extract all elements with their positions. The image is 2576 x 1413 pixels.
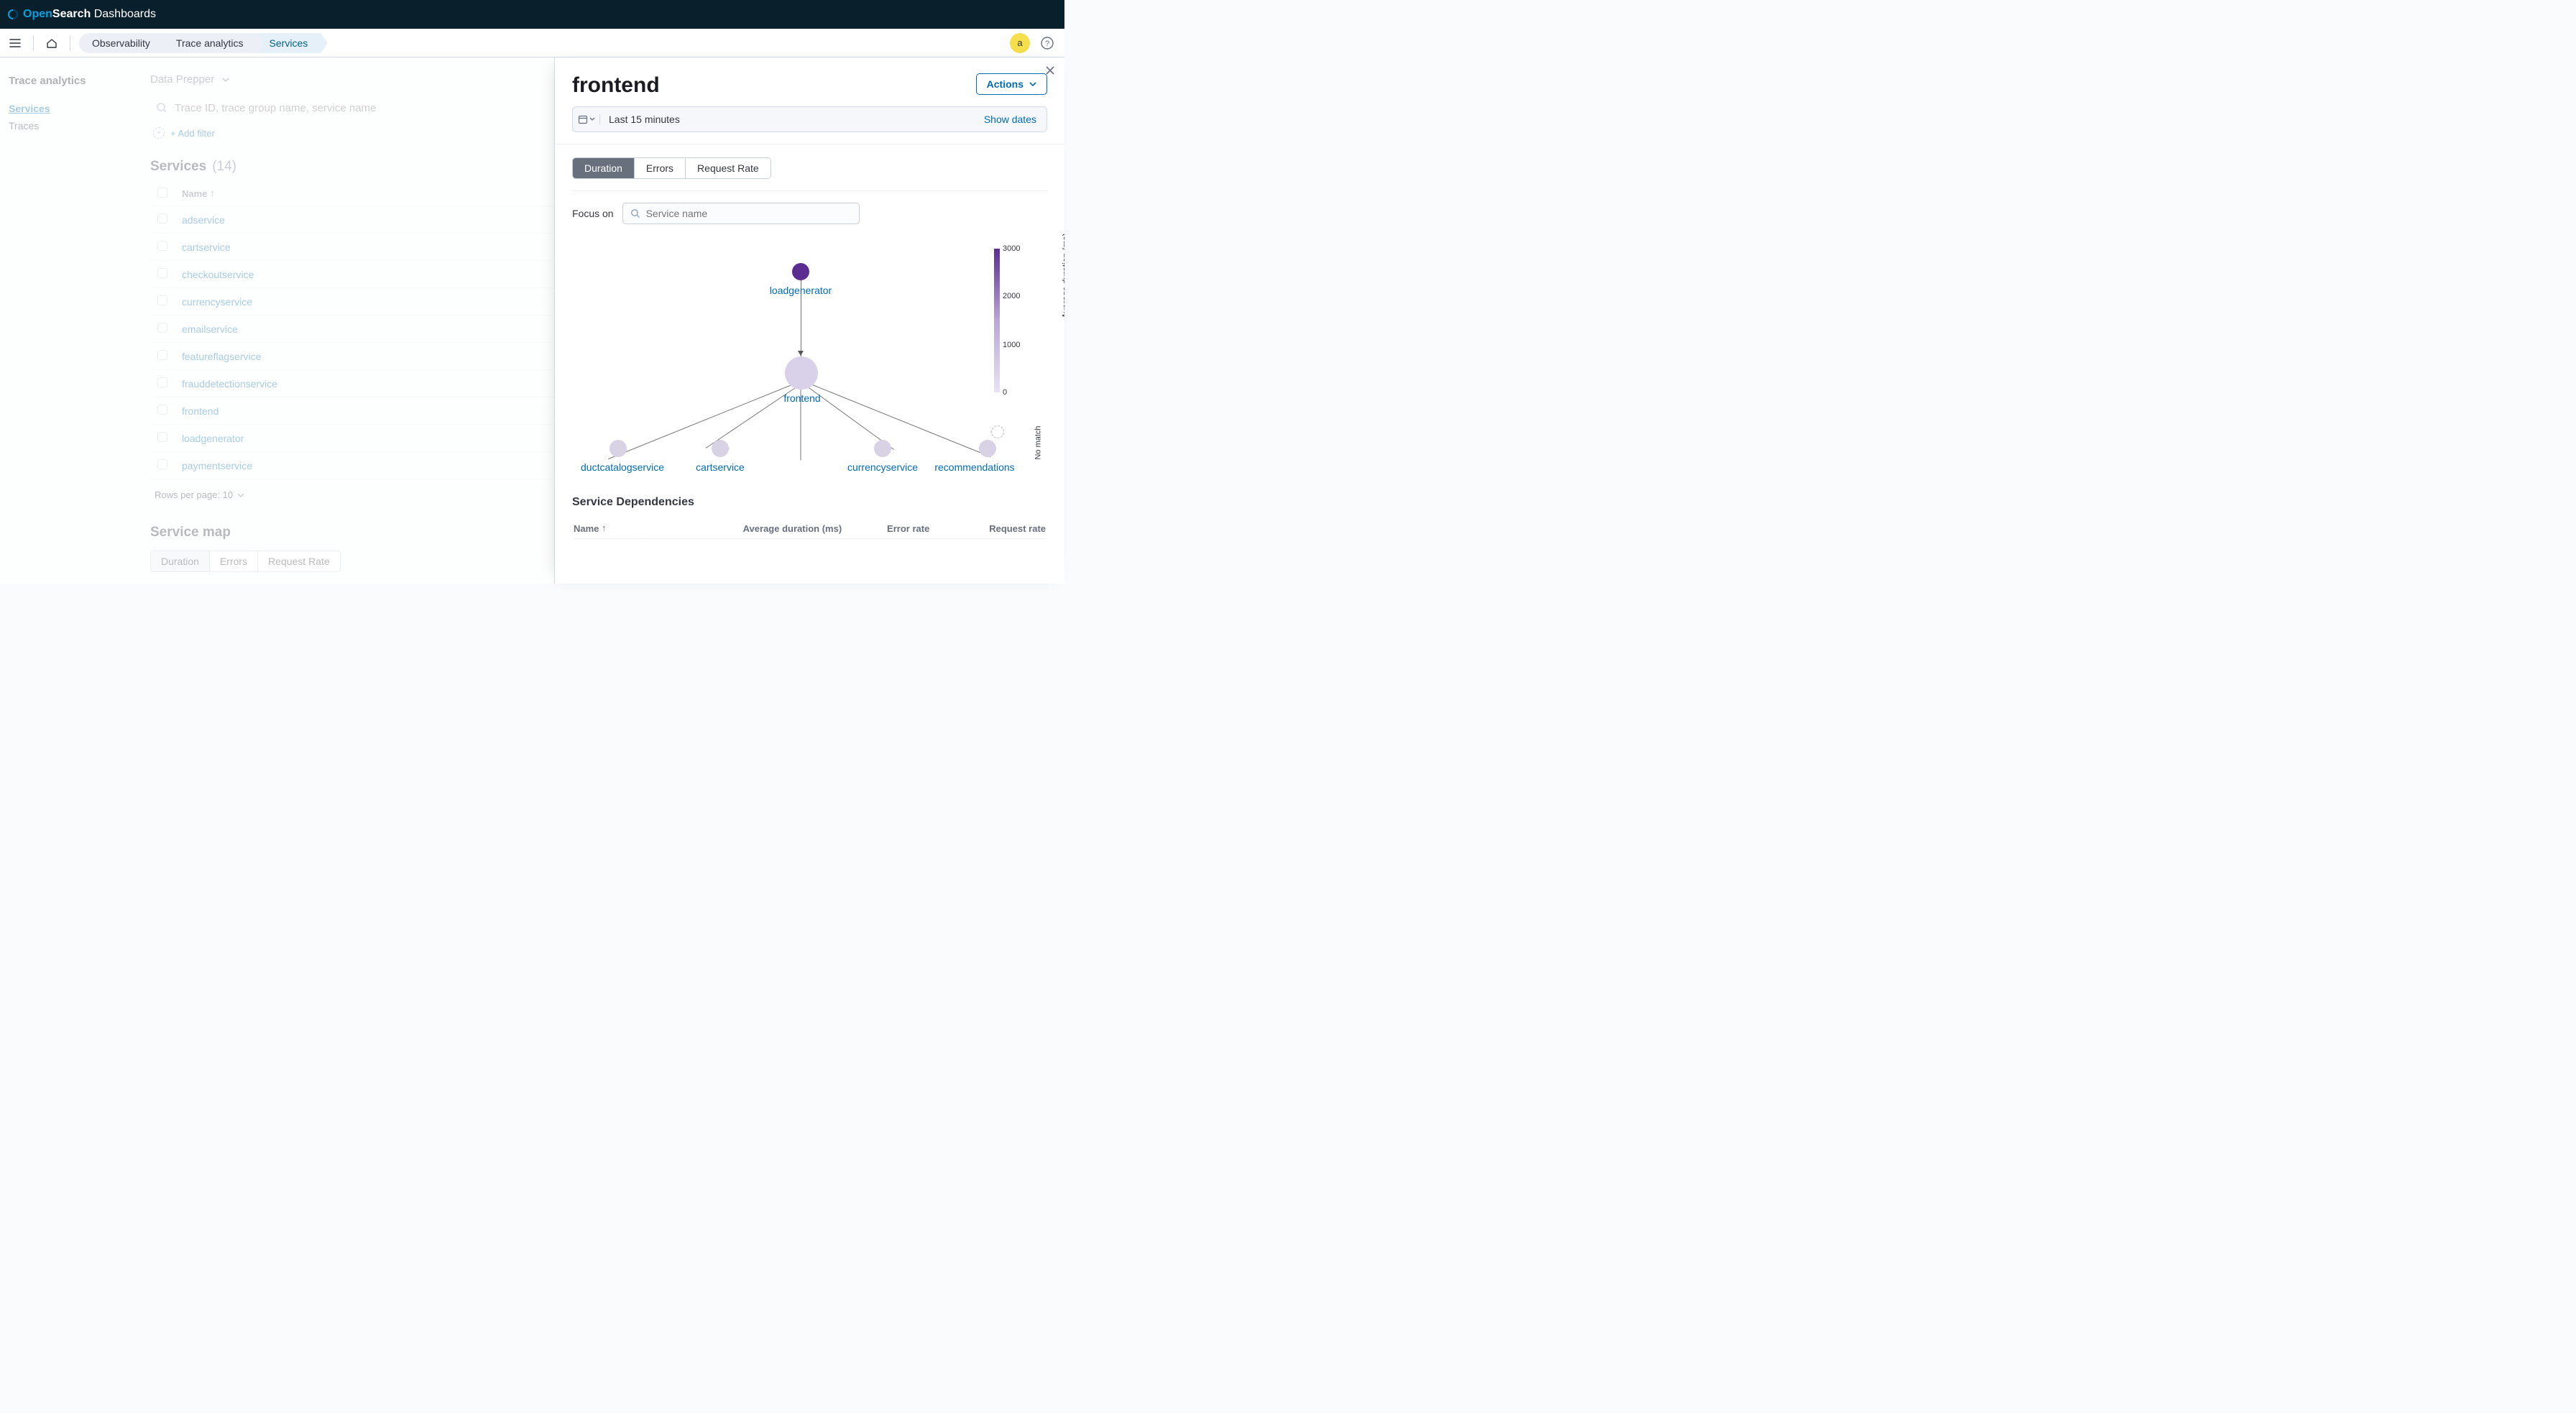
flyout-title: frontend — [572, 73, 660, 98]
calendar-icon — [578, 114, 588, 124]
close-icon — [1045, 65, 1055, 75]
graph-edge — [811, 384, 991, 457]
node-loadgenerator[interactable] — [792, 263, 809, 280]
deps-table: Name ↑ Average duration (ms) Error rate … — [572, 517, 1047, 540]
legend-nomatch-label: No match — [1034, 425, 1043, 459]
node-cartservice[interactable] — [712, 440, 729, 457]
legend-tick: 3000 — [1003, 244, 1020, 253]
legend-gradient — [994, 249, 1000, 392]
legend-axis-label: Average duration (ms) — [1060, 234, 1064, 319]
divider — [572, 190, 1047, 191]
flyout-metric-tabs: Duration Errors Request Rate — [572, 157, 771, 179]
legend-tick: 2000 — [1003, 292, 1020, 300]
node-label: cartservice — [696, 461, 745, 473]
brand-rest: Dashboards — [91, 8, 156, 20]
legend-tick: 0 — [1003, 388, 1007, 397]
node-label: frontend — [783, 392, 820, 404]
time-picker[interactable]: Last 15 minutes Show dates — [572, 106, 1047, 132]
breadcrumb-trace-analytics[interactable]: Trace analytics — [163, 33, 257, 53]
deps-col-name[interactable]: Name ↑ — [574, 519, 640, 539]
node-currencyservice[interactable] — [874, 440, 891, 457]
node-label: recommendations — [934, 461, 1014, 473]
arrow-icon — [798, 351, 804, 356]
opensearch-icon — [7, 9, 19, 20]
nav-toggle-button[interactable] — [3, 31, 27, 55]
service-flyout: frontend Actions Last 15 minutes Show da… — [554, 57, 1064, 584]
show-dates-link[interactable]: Show dates — [974, 114, 1046, 125]
node-label: loadgenerator — [770, 285, 832, 296]
search-icon — [630, 208, 640, 218]
sort-asc-icon: ↑ — [602, 523, 607, 533]
time-label: Last 15 minutes — [600, 114, 689, 125]
focus-label: Focus on — [572, 208, 614, 219]
focus-input[interactable] — [646, 208, 852, 219]
service-deps-title: Service Dependencies — [572, 496, 1047, 509]
breadcrumb: Observability Trace analytics Services — [79, 33, 321, 53]
legend: 3000 2000 1000 0 Average duration (ms) N… — [994, 241, 1040, 407]
focus-input-wrap — [622, 203, 860, 224]
actions-button[interactable]: Actions — [976, 73, 1047, 95]
graph-edge — [608, 384, 794, 459]
tab-request-rate[interactable]: Request Rate — [686, 158, 770, 178]
chevron-down-icon — [589, 116, 595, 122]
brand-mid: Search — [52, 8, 91, 20]
node-recommendations[interactable] — [979, 440, 996, 457]
hamburger-icon — [9, 37, 22, 50]
node-label: currencyservice — [847, 461, 918, 473]
brand-logo[interactable]: OpenSearch Dashboards — [7, 8, 156, 21]
node-frontend[interactable] — [785, 356, 818, 390]
tab-duration[interactable]: Duration — [573, 158, 635, 178]
node-label: ductcatalogservice — [581, 461, 664, 473]
breadcrumb-services[interactable]: Services — [257, 33, 321, 53]
deps-col-req[interactable]: Request rate — [931, 519, 1046, 539]
node-ductcatalogservice[interactable] — [610, 440, 627, 457]
legend-nomatch-icon — [991, 425, 1004, 438]
divider — [33, 35, 34, 51]
breadcrumb-observability[interactable]: Observability — [79, 33, 163, 53]
deps-col-err[interactable]: Error rate — [843, 519, 929, 539]
help-icon[interactable]: ? — [1040, 36, 1054, 50]
home-icon — [46, 37, 58, 49]
deps-col-avg[interactable]: Average duration (ms) — [641, 519, 842, 539]
chrome-bar: Observability Trace analytics Services a… — [0, 29, 1064, 57]
home-button[interactable] — [40, 31, 64, 55]
flyout-close-button[interactable] — [1041, 62, 1059, 79]
legend-tick: 1000 — [1003, 341, 1020, 349]
service-map-graph[interactable]: loadgenerator frontend ductcatalogservic… — [572, 237, 1047, 482]
chevron-down-icon — [1029, 80, 1036, 88]
avatar[interactable]: a — [1010, 33, 1030, 53]
brand-bold: Open — [23, 8, 52, 20]
actions-label: Actions — [987, 78, 1024, 90]
page-stage: Trace analytics Services Traces Data Pre… — [0, 57, 1064, 584]
svg-text:?: ? — [1045, 40, 1049, 48]
brand-bar: OpenSearch Dashboards — [0, 0, 1064, 29]
tab-errors[interactable]: Errors — [635, 158, 686, 178]
calendar-icon-wrap[interactable] — [573, 114, 600, 124]
